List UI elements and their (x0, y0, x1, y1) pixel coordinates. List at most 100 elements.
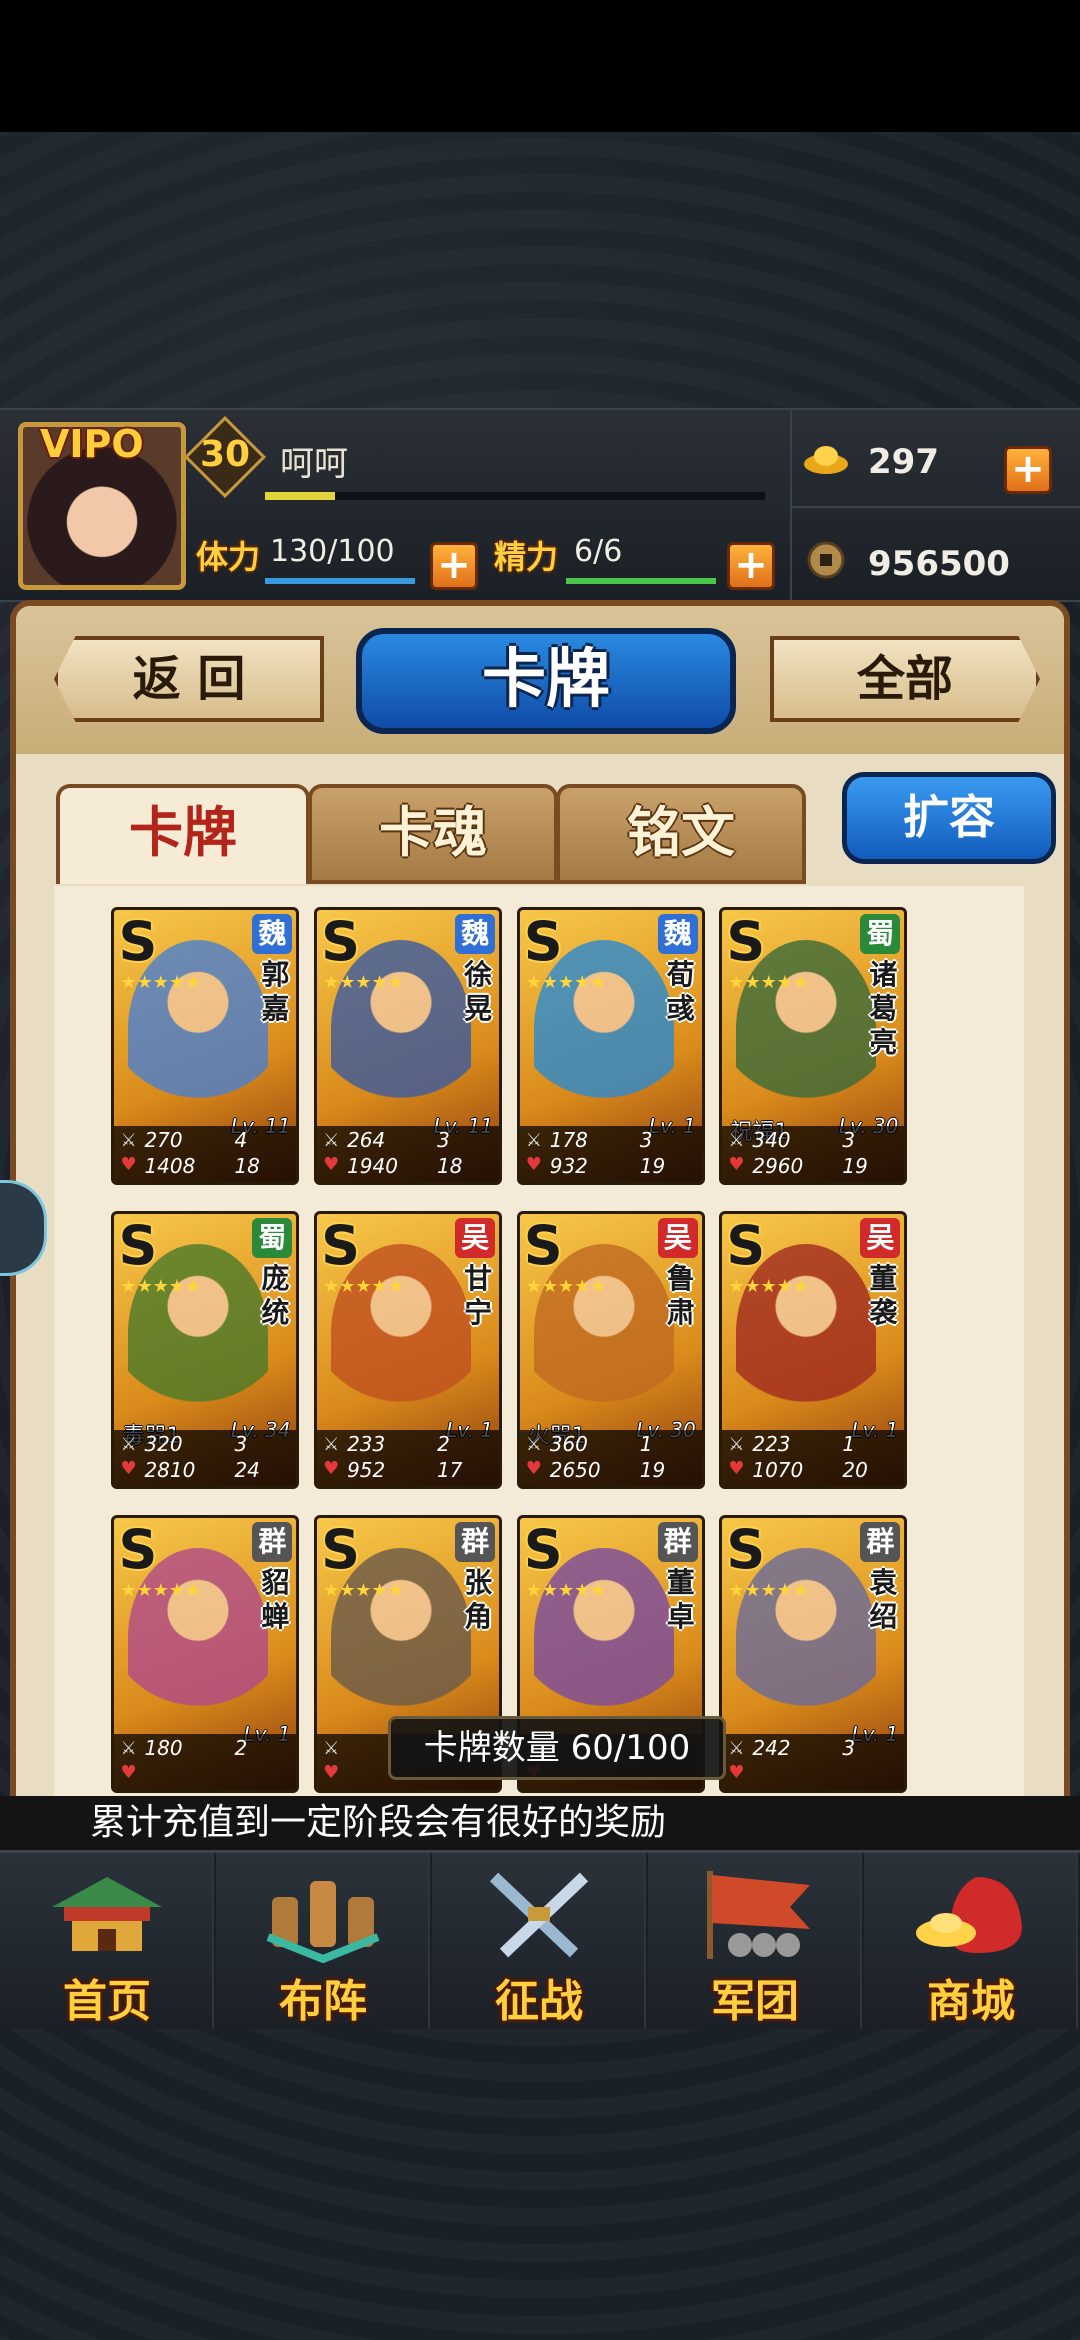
exp-bar (265, 492, 765, 500)
hero-card[interactable]: S★★★★★群袁绍Lv. 1⚔2423♥ (719, 1514, 908, 1793)
attack-value: 360 (549, 1431, 588, 1456)
card-grade: S (726, 1517, 766, 1581)
card-count: 卡牌数量 60/100 (388, 1716, 726, 1780)
attack-value: 340 (752, 1127, 791, 1152)
hero-name: 袁绍 (869, 1565, 898, 1633)
card-stats: ⚔ 178 3 ♥ 932 19 (519, 1125, 702, 1182)
faction-badge: 群 (252, 1521, 293, 1562)
hero-card[interactable]: S★★★★★魏徐晃Lv. 11⚔2643♥194018 (314, 906, 503, 1185)
card-stats: ⚔ 320 3 ♥ 2810 24 (114, 1429, 297, 1486)
card-stats: ⚔ 340 3 ♥ 2960 19 (722, 1125, 905, 1182)
energy-bar-fill (566, 578, 716, 584)
faction-badge: 吴 (455, 1217, 496, 1258)
nav-label: 商城 (927, 1976, 1015, 2027)
card-grade: S (726, 909, 766, 973)
card-grade: S (321, 1517, 360, 1581)
hero-name: 董卓 (666, 1565, 695, 1633)
faction-badge: 蜀 (860, 913, 901, 954)
nav-item[interactable]: 军团 (648, 1853, 862, 2029)
hero-card[interactable]: S★★★★★魏荀彧Lv. 1⚔1783♥93219 (516, 906, 705, 1185)
hero-name: 徐晃 (464, 957, 493, 1025)
hero-card[interactable]: S★★★★★魏郭嘉Lv. 11⚔2704♥140818 (111, 906, 300, 1185)
add-gold-button[interactable]: + (1004, 446, 1052, 494)
energy-label: 精力 (494, 538, 559, 576)
filter-button[interactable]: 全部 (770, 636, 1040, 722)
hero-card[interactable]: S★★★★★吴甘宁Lv. 1⚔2332♥95217 (314, 1210, 503, 1489)
heart-icon: ♥ (323, 1153, 340, 1175)
heart-icon: ♥ (120, 1457, 137, 1479)
hero-name: 貂蝉 (261, 1565, 290, 1633)
card-grade: S (118, 909, 158, 973)
divider (790, 410, 792, 600)
hp-rank: 17 (437, 1457, 463, 1482)
stamina-label: 体力 (196, 538, 261, 576)
hp-rank: 19 (639, 1457, 666, 1482)
stamina-bar-fill (265, 578, 415, 584)
hero-name: 鲁肃 (666, 1261, 695, 1329)
star-rating: ★★★★★ (728, 1580, 809, 1602)
hero-card[interactable]: S★★★★★群貂蝉Lv. 1⚔1802♥ (111, 1514, 300, 1793)
hero-card[interactable]: S★★★★★吴鲁肃火咒1Lv. 30⚔3601♥265019 (516, 1210, 705, 1489)
card-stats: ⚔ 242 3 ♥ (722, 1733, 905, 1790)
hp-rank: 19 (842, 1153, 868, 1178)
hp-rank: 18 (234, 1153, 260, 1178)
star-rating: ★★★★★ (120, 972, 201, 994)
card-grade: S (523, 1213, 563, 1277)
nav-item[interactable]: 商城 (864, 1853, 1078, 2029)
stamina-value: 130/100 (270, 534, 395, 569)
hero-name: 郭嘉 (261, 957, 290, 1025)
nav-label: 首页 (63, 1976, 151, 2027)
faction-badge: 蜀 (252, 1217, 293, 1258)
tab-inscriptions[interactable]: 铭文 (556, 784, 806, 884)
nav-item[interactable]: 首页 (0, 1853, 214, 2029)
tab-cards[interactable]: 卡牌 (56, 784, 310, 884)
attack-rank: 1 (639, 1431, 653, 1456)
hero-name: 甘宁 (464, 1261, 493, 1329)
expand-capacity-button[interactable]: 扩容 (842, 772, 1056, 864)
hp-value: 1940 (347, 1153, 398, 1178)
faction-badge: 吴 (657, 1217, 698, 1258)
card-grade: S (118, 1517, 158, 1581)
nav-item[interactable]: 布阵 (216, 1853, 430, 2029)
hero-card[interactable]: S★★★★★吴董袭Lv. 1⚔2231♥107020 (719, 1210, 908, 1489)
star-rating: ★★★★★ (526, 1276, 607, 1298)
star-rating: ★★★★★ (120, 1580, 201, 1602)
heart-icon: ♥ (120, 1153, 137, 1175)
heart-icon: ♥ (728, 1457, 745, 1479)
crossed-swords-icon (474, 1867, 604, 1963)
star-rating: ★★★★★ (526, 1580, 607, 1602)
hero-card[interactable]: S★★★★★蜀诸葛亮祝福1Lv. 30⚔3403♥296019 (719, 906, 908, 1185)
add-energy-button[interactable]: + (727, 542, 775, 590)
bottom-navigation: 首页 布阵 征战 军团 商城 (0, 1850, 1080, 2029)
card-stats: ⚔ 270 4 ♥ 1408 18 (114, 1125, 297, 1182)
heart-icon: ♥ (525, 1153, 542, 1175)
hero-card[interactable]: S★★★★★蜀庞统毒咒1Lv. 34⚔3203♥281024 (111, 1210, 300, 1489)
hero-name: 诸葛亮 (869, 957, 898, 1059)
hp-rank: 20 (842, 1457, 868, 1482)
attack-rank: 3 (842, 1735, 856, 1760)
attack-value: 264 (347, 1127, 386, 1152)
hp-value: 952 (347, 1457, 386, 1482)
card-grade: S (321, 1213, 360, 1277)
tab-card-souls[interactable]: 卡魂 (308, 784, 558, 884)
hp-value: 932 (549, 1153, 588, 1178)
attack-rank: 3 (842, 1127, 856, 1152)
hero-name: 董袭 (869, 1261, 898, 1329)
hp-value: 2650 (549, 1457, 601, 1482)
hp-value: 1408 (144, 1153, 196, 1178)
attack-rank: 3 (639, 1127, 653, 1152)
treasure-bag-icon (906, 1867, 1036, 1963)
attack-value: 242 (752, 1735, 791, 1760)
attack-icon: ⚔ (525, 1433, 542, 1455)
add-stamina-button[interactable]: + (430, 542, 478, 590)
gold-amount: 297 (868, 442, 939, 482)
vip-badge: VIPO (40, 422, 144, 466)
attack-rank: 2 (234, 1735, 248, 1760)
faction-badge: 群 (455, 1521, 496, 1562)
faction-badge: 魏 (455, 913, 496, 954)
back-button[interactable]: 返 回 (54, 636, 324, 722)
nav-item[interactable]: 征战 (432, 1853, 646, 2029)
gold-ingot-icon (804, 446, 848, 474)
hero-name: 张角 (464, 1565, 493, 1633)
heart-icon: ♥ (323, 1761, 340, 1783)
